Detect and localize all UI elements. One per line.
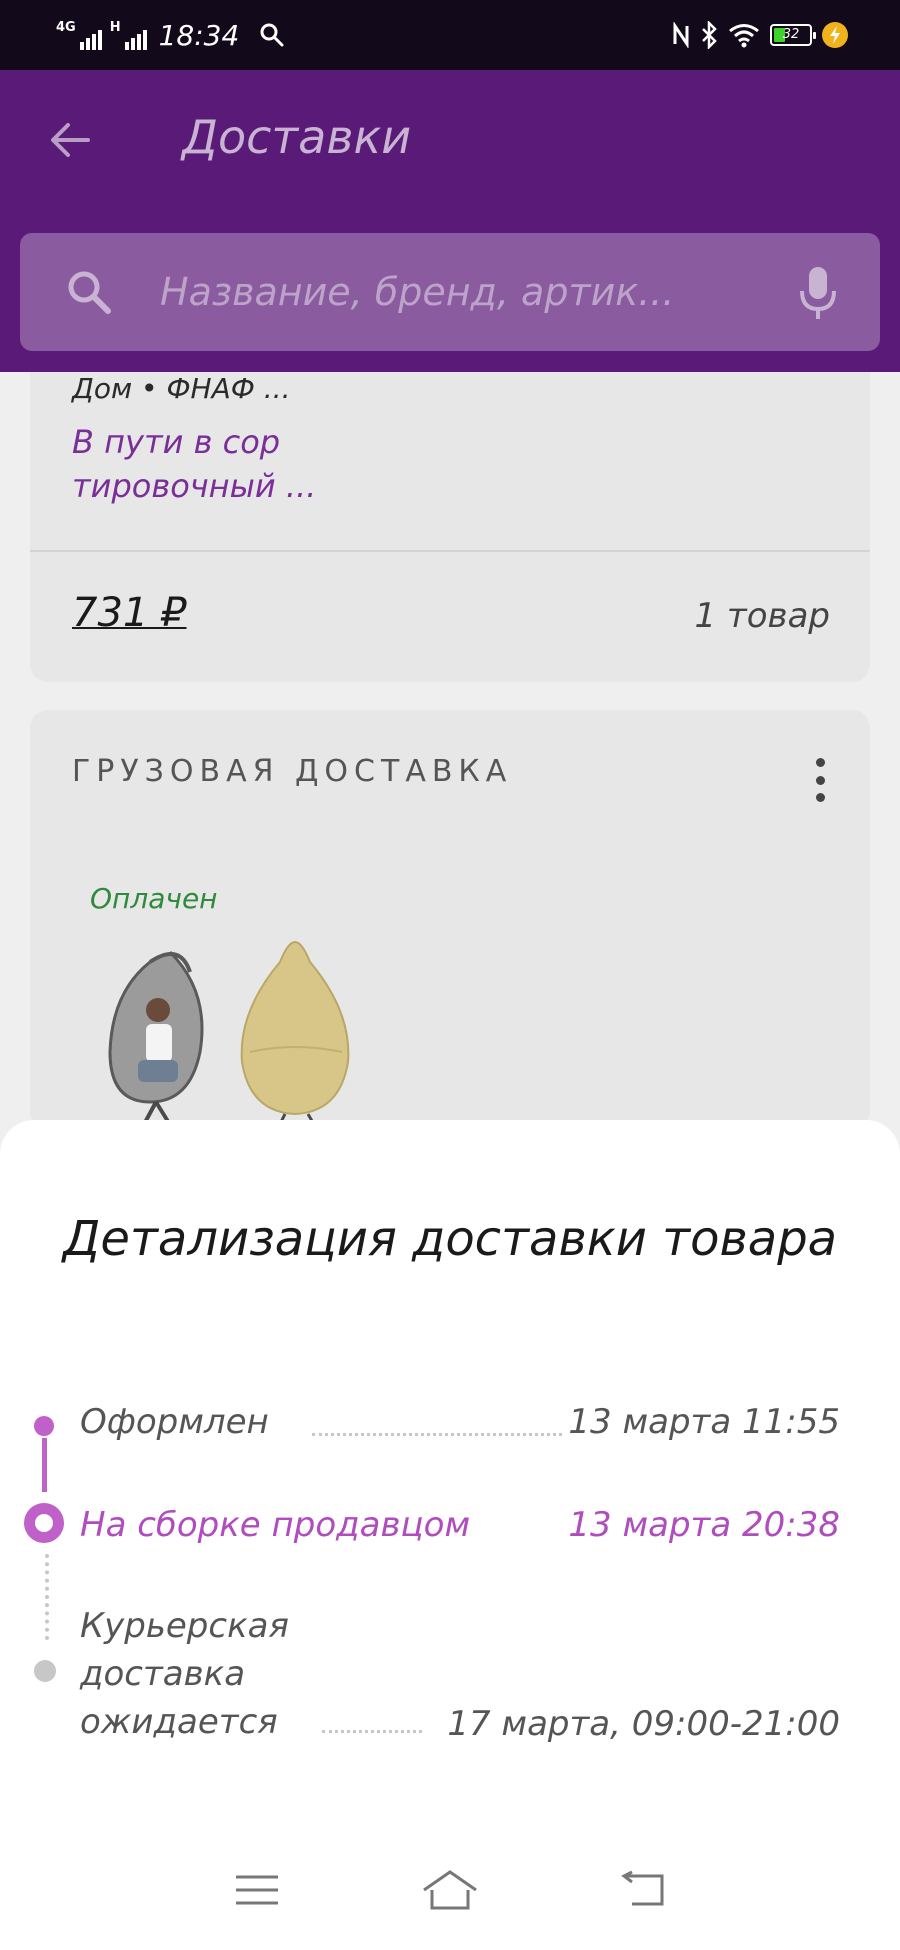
app-header: Доставки [0,70,900,372]
menu-nav-button[interactable] [217,1855,297,1925]
timeline-connector-done [42,1438,47,1492]
payment-status-badge: Оплачен [90,882,218,915]
more-options-button[interactable] [810,758,830,802]
back-button[interactable] [40,108,100,172]
cargo-delivery-card[interactable]: ГРУЗОВАЯ ДОСТАВКА Оплачен [30,710,870,1130]
timeline-connector-pending [45,1554,49,1640]
back-icon [621,1870,664,1906]
timeline-dot-pending [34,1660,56,1682]
status-right: 32 [672,18,848,52]
order-store-name: Дом • ФНАФ ... [72,372,291,405]
menu-icon [235,1875,278,1905]
page-title: Доставки [182,110,412,164]
search-bar[interactable] [20,233,880,351]
bluetooth-icon [702,21,717,49]
order-item-count: 1 товар [694,596,830,636]
battery-level: 32 [782,27,800,42]
nfc-icon [673,22,689,48]
order-card[interactable]: Дом • ФНАФ ... В пути в сор тировочный .… [30,372,870,682]
microphone-icon[interactable] [798,265,838,321]
step-label-courier: Курьерская доставка ожидается [80,1606,289,1742]
search-input[interactable] [160,255,780,329]
order-status: В пути в сор тировочный ... [72,423,317,505]
step-time-assembling: 13 марта 20:38 [568,1505,840,1545]
status-left: 4G H 18:34 [56,18,285,52]
cellular-signal-icon: 4G [56,20,102,50]
delivery-details-sheet: Детализация доставки товара Оформлен 13 … [0,1120,900,1950]
timeline-dot-done [34,1416,54,1436]
timeline-dot-current [24,1503,64,1543]
sheet-title: Детализация доставки товара [62,1211,838,1267]
home-nav-button[interactable] [410,1855,490,1925]
network-type-label: 4G [56,20,76,35]
home-icon [423,1870,477,1910]
step-time-ordered: 13 марта 11:55 [568,1402,840,1442]
delivery-type-title: ГРУЗОВАЯ ДОСТАВКА [72,754,513,789]
product-image-hanging-chair[interactable] [90,932,220,1132]
order-price: 731 ₽ [72,590,187,636]
battery-icon: 32 [770,24,816,46]
charging-icon [822,22,848,48]
step-label-ordered: Оформлен [80,1402,269,1442]
back-nav-button[interactable] [603,1855,683,1925]
clock: 18:34 [158,18,240,52]
search-status-icon [260,23,284,47]
status-bar: 4G H 18:34 32 [0,0,900,70]
step-label-assembling: На сборке продавцом [80,1505,471,1545]
step-leader-1 [312,1433,562,1436]
product-image-chair-cover[interactable] [230,932,360,1132]
card-divider [30,550,870,552]
cellular-signal-icon-2: H [110,20,147,50]
system-nav-bar [0,1830,900,1950]
wifi-icon [729,24,759,48]
network-type-label-2: H [109,20,121,35]
search-icon [68,271,111,314]
step-time-courier: 17 марта, 09:00-21:00 [447,1704,840,1744]
step-leader-3 [322,1730,422,1733]
arrow-left-icon [51,123,90,157]
